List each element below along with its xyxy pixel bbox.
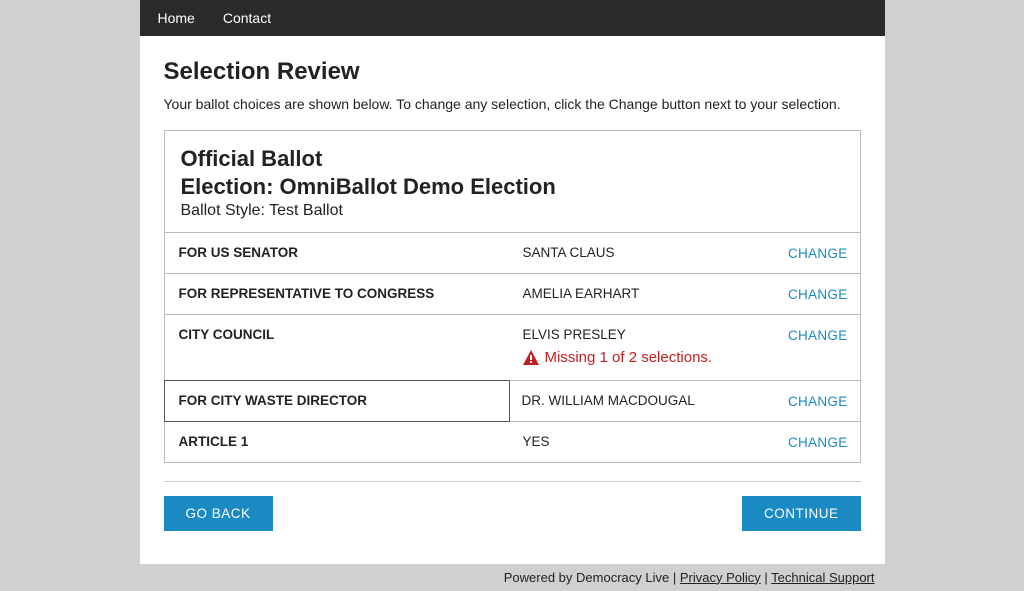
ballot-header: Official Ballot Election: OmniBallot Dem… [165, 131, 860, 233]
warning-text: Missing 1 of 2 selections. [545, 348, 713, 368]
footer: Powered by Democracy Live | Privacy Poli… [140, 564, 885, 591]
selection-value: YES [511, 422, 770, 462]
contest-name: CITY COUNCIL [165, 315, 511, 380]
ballot-style: Ballot Style: Test Ballot [181, 202, 844, 220]
button-row: GO BACK CONTINUE [164, 496, 861, 531]
footer-support-link[interactable]: Technical Support [771, 570, 874, 585]
change-button[interactable]: CHANGE [788, 435, 848, 450]
page-container: Home Contact Selection Review Your ballo… [140, 0, 885, 591]
contest-name: FOR REPRESENTATIVE TO CONGRESS [165, 274, 511, 314]
footer-privacy-link[interactable]: Privacy Policy [680, 570, 761, 585]
change-button[interactable]: CHANGE [788, 287, 848, 302]
main-content: Selection Review Your ballot choices are… [140, 36, 885, 551]
selection-value: SANTA CLAUS [511, 233, 770, 273]
ballot-row: FOR CITY WASTE DIRECTOR DR. WILLIAM MACD… [165, 381, 860, 422]
ballot-row: FOR REPRESENTATIVE TO CONGRESS AMELIA EA… [165, 274, 860, 315]
page-title: Selection Review [164, 58, 861, 86]
change-button[interactable]: CHANGE [788, 246, 848, 261]
go-back-button[interactable]: GO BACK [164, 496, 273, 531]
selection-cell: ELVIS PRESLEY Missing 1 of 2 selections. [511, 315, 770, 380]
ballot-row: ARTICLE 1 YES CHANGE [165, 422, 860, 462]
ballot-row: FOR US SENATOR SANTA CLAUS CHANGE [165, 233, 860, 274]
selection-value: ELVIS PRESLEY [523, 327, 758, 342]
navbar: Home Contact [140, 0, 885, 36]
ballot-title-line2: Election: OmniBallot Demo Election [181, 173, 844, 201]
selection-value: DR. WILLIAM MACDOUGAL [510, 381, 770, 421]
contest-name: ARTICLE 1 [165, 422, 511, 462]
selection-warning: Missing 1 of 2 selections. [523, 348, 758, 368]
nav-home-link[interactable]: Home [158, 10, 195, 26]
selection-value: AMELIA EARHART [511, 274, 770, 314]
nav-contact-link[interactable]: Contact [223, 10, 271, 26]
footer-powered: Powered by Democracy Live [504, 570, 669, 585]
ballot-box: Official Ballot Election: OmniBallot Dem… [164, 130, 861, 463]
page-subtitle: Your ballot choices are shown below. To … [164, 96, 861, 112]
contest-name: FOR US SENATOR [165, 233, 511, 273]
change-button[interactable]: CHANGE [788, 394, 848, 409]
contest-name: FOR CITY WASTE DIRECTOR [164, 380, 510, 422]
ballot-row: CITY COUNCIL ELVIS PRESLEY Missing 1 of … [165, 315, 860, 381]
continue-button[interactable]: CONTINUE [742, 496, 861, 531]
change-button[interactable]: CHANGE [788, 328, 848, 343]
divider [164, 481, 861, 482]
warning-icon [523, 350, 539, 365]
ballot-title-line1: Official Ballot [181, 145, 844, 173]
